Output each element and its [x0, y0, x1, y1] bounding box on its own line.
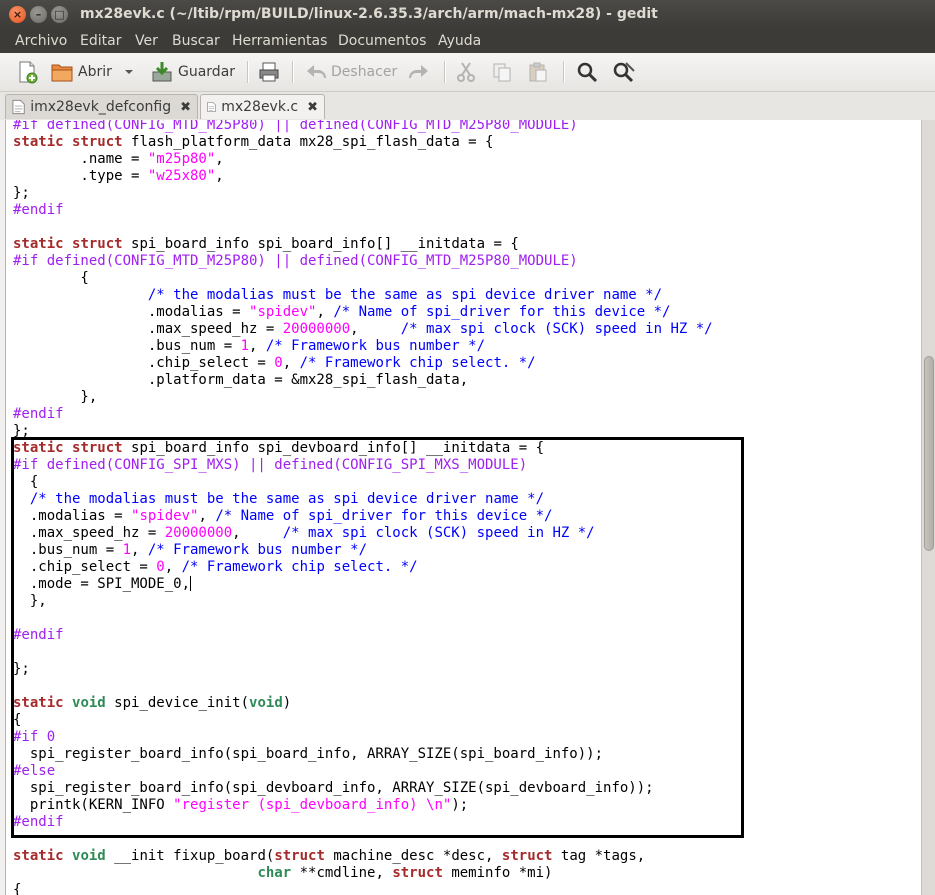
copy-button[interactable] [491, 59, 513, 85]
find-replace-icon [613, 62, 635, 83]
copy-icon [493, 63, 511, 82]
close-window-button[interactable]: × [9, 6, 26, 23]
undo-icon [307, 65, 327, 78]
menu-ayuda[interactable]: Ayuda [438, 33, 481, 49]
open-dropdown-button[interactable] [124, 59, 134, 85]
menu-archivo[interactable]: Archivo [15, 33, 67, 49]
redo-icon [408, 65, 428, 78]
toolbar-separator [247, 61, 249, 83]
text-cursor [190, 576, 192, 591]
tab-label: imx28evk_defconfig [30, 99, 172, 115]
tab-bar: imx28evk_defconfig ✖ mx28evk.c ✖ [0, 92, 935, 120]
undo-button[interactable]: Deshacer [305, 59, 397, 85]
window-title: mx28evk.c (~/ltib/rpm/BUILD/linux-2.6.35… [80, 6, 658, 22]
redo-button[interactable] [408, 59, 430, 85]
tab-label: mx28evk.c [221, 99, 299, 115]
menu-herramientas[interactable]: Herramientas [232, 33, 327, 49]
cut-icon [457, 62, 475, 82]
code-text[interactable]: #if defined(CONFIG_MTD_M25P80) || define… [13, 120, 713, 895]
find-button[interactable] [575, 59, 599, 85]
toolbar-separator [292, 61, 294, 83]
find-replace-button[interactable] [611, 59, 637, 85]
save-label: Guardar [178, 64, 236, 80]
new-document-button[interactable] [15, 59, 39, 85]
scrollbar-thumb[interactable] [924, 356, 934, 551]
text-file-icon [12, 99, 25, 115]
code-editor[interactable]: #if defined(CONFIG_MTD_M25P80) || define… [5, 120, 922, 895]
search-icon [577, 62, 598, 83]
minimize-window-button[interactable]: – [30, 6, 47, 23]
close-tab-icon[interactable]: ✖ [180, 100, 191, 115]
printer-icon [259, 62, 279, 82]
new-document-icon [19, 61, 38, 84]
tab-mx28evk-c[interactable]: mx28evk.c ✖ [200, 94, 325, 119]
menu-editar[interactable]: Editar [80, 33, 121, 49]
toolbar-separator [444, 61, 446, 83]
menu-buscar[interactable]: Buscar [172, 33, 220, 49]
toolbar: Abrir Guardar Deshacer [0, 53, 935, 92]
maximize-window-button[interactable]: □ [51, 6, 68, 23]
cut-button[interactable] [455, 59, 477, 85]
open-folder-icon [51, 64, 73, 82]
title-bar: × – □ mx28evk.c (~/ltib/rpm/BUILD/linux-… [0, 0, 935, 29]
menu-bar: Archivo Editar Ver Buscar Herramientas D… [0, 29, 935, 53]
close-tab-icon[interactable]: ✖ [307, 100, 318, 115]
print-button[interactable] [257, 59, 281, 85]
save-icon [152, 62, 172, 82]
undo-label: Deshacer [331, 64, 398, 80]
paste-button[interactable] [527, 59, 549, 85]
vertical-scrollbar[interactable] [921, 120, 935, 895]
open-button[interactable]: Abrir [50, 59, 112, 85]
open-label: Abrir [78, 64, 112, 80]
save-button[interactable]: Guardar [150, 59, 235, 85]
menu-ver[interactable]: Ver [135, 33, 158, 49]
paste-icon [529, 62, 547, 82]
tab-imx28evk-defconfig[interactable]: imx28evk_defconfig ✖ [5, 94, 198, 119]
chevron-down-icon [125, 70, 133, 74]
toolbar-separator [563, 61, 565, 83]
menu-documentos[interactable]: Documentos [338, 33, 426, 49]
text-file-icon [207, 102, 216, 112]
